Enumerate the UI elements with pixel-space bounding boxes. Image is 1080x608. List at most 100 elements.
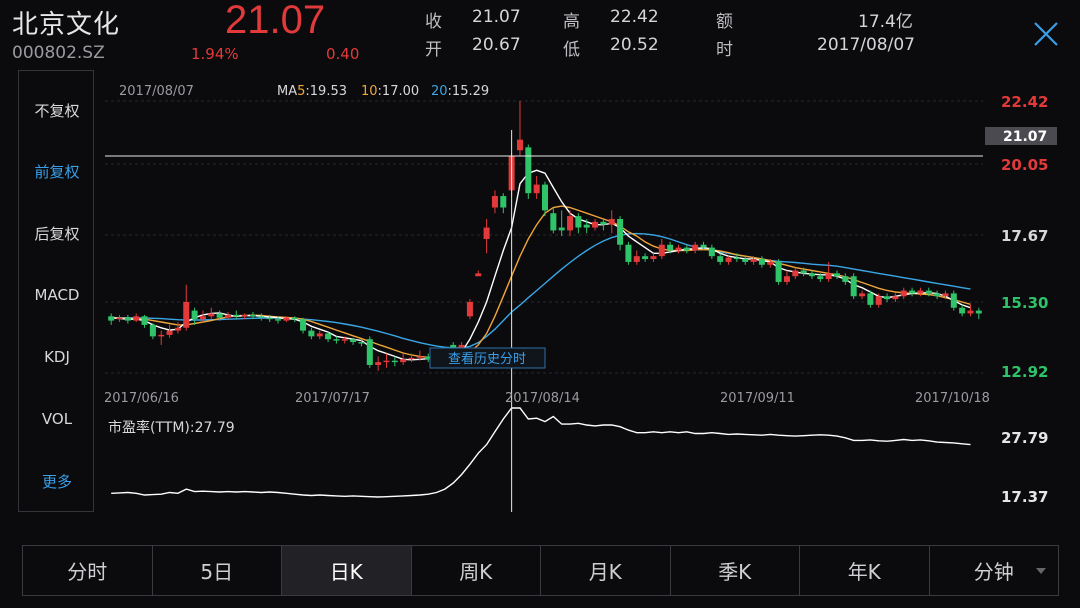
candle-body	[742, 259, 749, 262]
candle-body	[892, 296, 899, 300]
ma5-value: :19.53	[305, 84, 347, 99]
candle	[617, 216, 624, 251]
candle-body	[750, 259, 757, 262]
candle-body	[333, 339, 340, 341]
close-value: 21.07	[472, 7, 521, 27]
candle	[516, 101, 523, 156]
tab-quarterly-k[interactable]: 季K	[671, 546, 800, 595]
candle	[808, 270, 815, 280]
candle-body	[725, 257, 732, 262]
tab-yearly-k[interactable]: 年K	[800, 546, 930, 595]
period-tabs: 分时 5日 日K 周K 月K 季K 年K 分钟	[22, 545, 1059, 596]
option-more[interactable]: 更多	[19, 471, 95, 492]
candle	[633, 250, 640, 265]
candle-body	[241, 314, 248, 317]
candle	[708, 244, 715, 260]
candle	[884, 293, 891, 302]
change-percent: 1.94%	[191, 45, 239, 63]
candle	[558, 210, 565, 237]
candle-body	[183, 301, 190, 328]
low-value: 20.52	[610, 35, 659, 55]
date-axis-label: 2017/08/14	[505, 391, 580, 406]
candle-body	[925, 290, 932, 294]
candle-body	[516, 139, 523, 151]
kline-chart[interactable]: 2017/08/07 MA5:19.53 10:17.00 20:15.29 2…	[95, 70, 1080, 518]
candle-body	[224, 314, 231, 318]
candle-body	[900, 290, 907, 297]
option-forward-adjust[interactable]: 前复权	[19, 161, 95, 182]
candle	[316, 330, 323, 340]
candle	[975, 307, 982, 320]
option-no-adjust[interactable]: 不复权	[19, 100, 95, 121]
candle-body	[208, 313, 215, 317]
candle	[550, 207, 557, 234]
option-vol[interactable]: VOL	[19, 410, 95, 428]
candle-body	[975, 310, 982, 314]
candle-body	[842, 276, 849, 282]
candle	[325, 332, 332, 343]
candle-body	[667, 244, 674, 251]
indicator-panel: 不复权 前复权 后复权 MACD KDJ VOL 更多	[18, 70, 94, 512]
tab-monthly-k[interactable]: 月K	[541, 546, 671, 595]
candle-body	[850, 276, 857, 297]
candle-body	[717, 256, 724, 262]
ma20-legend: 20:15.29	[431, 84, 489, 99]
date-axis-label: 2017/09/11	[720, 391, 795, 406]
candle-body	[416, 356, 423, 358]
history-intraday-button[interactable]: 查看历史分时	[429, 347, 546, 369]
candle-body	[833, 273, 841, 277]
candle-body	[808, 273, 815, 277]
candle	[483, 218, 490, 254]
candle	[725, 256, 732, 265]
candle-body	[767, 261, 774, 265]
price-axis-label: 15.30	[1001, 294, 1048, 312]
candle-body	[909, 290, 916, 294]
candle-body	[266, 317, 273, 320]
candle-body	[533, 184, 540, 194]
high-label: 高	[563, 12, 580, 32]
option-backward-adjust[interactable]: 后复权	[19, 223, 95, 244]
tab-intraday[interactable]: 分时	[23, 546, 153, 595]
candle-body	[308, 330, 315, 337]
candle	[133, 313, 140, 323]
candle-body	[325, 333, 332, 340]
candle-body	[950, 293, 957, 308]
candle	[166, 324, 173, 338]
option-macd[interactable]: MACD	[19, 286, 95, 304]
ma-legend: MA5:19.53	[277, 84, 347, 99]
tab-minute[interactable]: 分钟	[930, 546, 1059, 595]
candle	[692, 241, 699, 254]
tab-daily-k[interactable]: 日K	[282, 546, 412, 595]
ma10-line	[111, 205, 971, 359]
close-label: 收	[425, 12, 442, 32]
candle	[600, 218, 607, 231]
close-button[interactable]	[1030, 18, 1062, 50]
candle	[592, 218, 599, 231]
candle	[909, 287, 916, 297]
candle	[842, 273, 849, 285]
candle-body	[700, 244, 707, 248]
candle-body	[258, 316, 265, 318]
crosshair-price: 21.07	[1003, 129, 1047, 145]
candle	[717, 253, 724, 265]
history-button-label: 查看历史分时	[448, 351, 526, 367]
date-axis-label: 2017/10/18	[915, 391, 990, 406]
option-kdj[interactable]: KDJ	[19, 348, 95, 366]
candle	[934, 290, 941, 300]
candle-body	[366, 339, 373, 365]
candle	[191, 307, 198, 325]
candle	[850, 273, 857, 300]
open-value: 20.67	[472, 35, 521, 55]
change-amount: 0.40	[326, 45, 360, 63]
candle-body	[400, 359, 407, 363]
candle	[683, 244, 690, 254]
tab-weekly-k[interactable]: 周K	[412, 546, 541, 595]
candle-body	[525, 147, 532, 194]
candle-body	[825, 273, 832, 280]
candle-body	[658, 244, 665, 257]
tab-5day[interactable]: 5日	[153, 546, 282, 595]
candle-body	[383, 360, 390, 363]
candle	[859, 290, 866, 300]
candle-body	[341, 339, 348, 341]
candle	[625, 241, 632, 265]
